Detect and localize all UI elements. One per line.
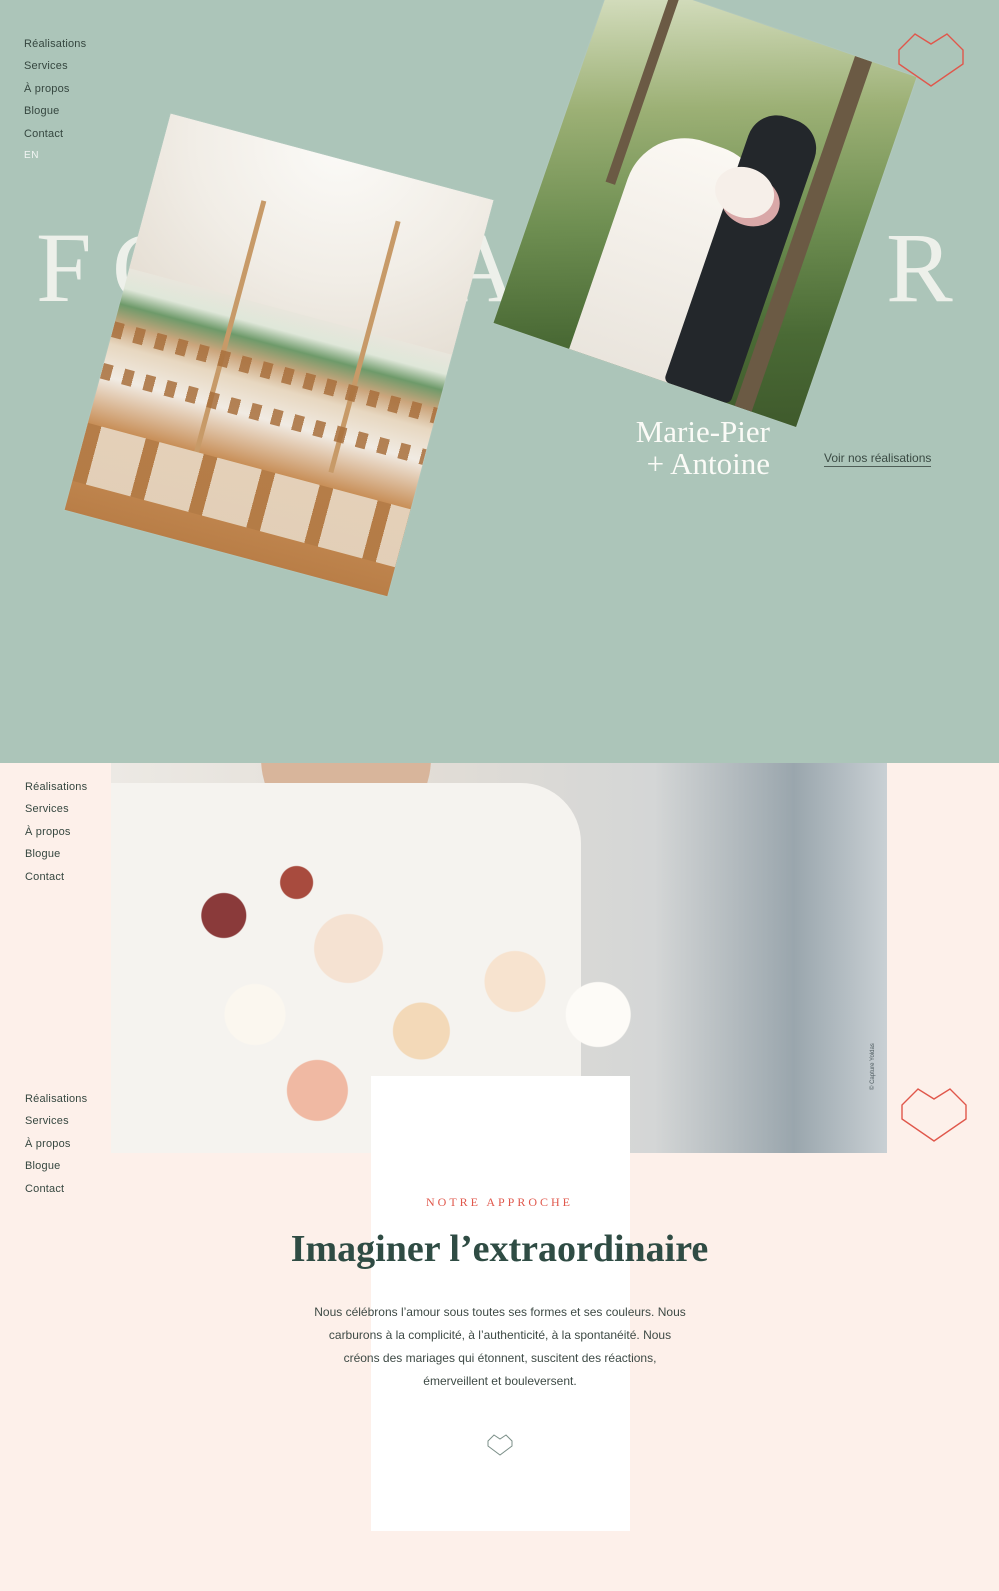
nav-item-blogue[interactable]: Blogue <box>25 1155 87 1177</box>
nav-item-contact[interactable]: Contact <box>25 866 87 888</box>
heart-logo-icon[interactable] <box>895 30 967 90</box>
hero-section: Réalisations Services À propos Blogue Co… <box>0 0 999 763</box>
section-eyebrow: NOTRE APPROCHE <box>425 1195 574 1209</box>
photo-credit: © Capture Yoldas <box>870 1043 876 1090</box>
hero-big-letter: R <box>886 212 955 323</box>
main-nav: Réalisations Services À propos Blogue Co… <box>24 33 86 145</box>
nav-item-blogue[interactable]: Blogue <box>24 100 86 122</box>
featured-couple-name[interactable]: Marie-Pier + Antoine <box>590 416 770 480</box>
couple-kissing-photo[interactable] <box>493 0 917 428</box>
language-switch[interactable]: EN <box>24 150 39 161</box>
nav-item-realisations[interactable]: Réalisations <box>25 1088 87 1110</box>
nav-item-realisations[interactable]: Réalisations <box>24 33 86 55</box>
main-nav-secondary: Réalisations Services À propos Blogue Co… <box>25 1088 87 1200</box>
heart-divider-icon <box>487 1434 513 1456</box>
section-headline: Imaginer l’extraordinaire <box>290 1228 709 1270</box>
nav-item-blogue[interactable]: Blogue <box>25 843 87 865</box>
tent-canopy <box>110 113 494 362</box>
view-portfolio-link[interactable]: Voir nos réalisations <box>824 451 932 467</box>
section-body-text: Nous célébrons l’amour sous toutes ses f… <box>314 1305 686 1388</box>
reception-tent-photo <box>64 113 494 597</box>
nav-item-realisations[interactable]: Réalisations <box>25 776 87 798</box>
nav-item-services[interactable]: Services <box>25 1110 87 1132</box>
nav-item-a-propos[interactable]: À propos <box>25 821 87 843</box>
nav-item-services[interactable]: Services <box>25 798 87 820</box>
heart-logo-icon[interactable] <box>898 1085 970 1145</box>
nav-item-a-propos[interactable]: À propos <box>24 78 86 100</box>
nav-item-services[interactable]: Services <box>24 55 86 77</box>
main-nav-sticky: Réalisations Services À propos Blogue Co… <box>25 776 87 888</box>
hero-big-letter: F <box>36 212 94 323</box>
couple-name-line2: + Antoine <box>646 446 770 481</box>
nav-item-a-propos[interactable]: À propos <box>25 1133 87 1155</box>
couple-name-line1: Marie-Pier <box>635 414 770 449</box>
nav-item-contact[interactable]: Contact <box>24 123 86 145</box>
